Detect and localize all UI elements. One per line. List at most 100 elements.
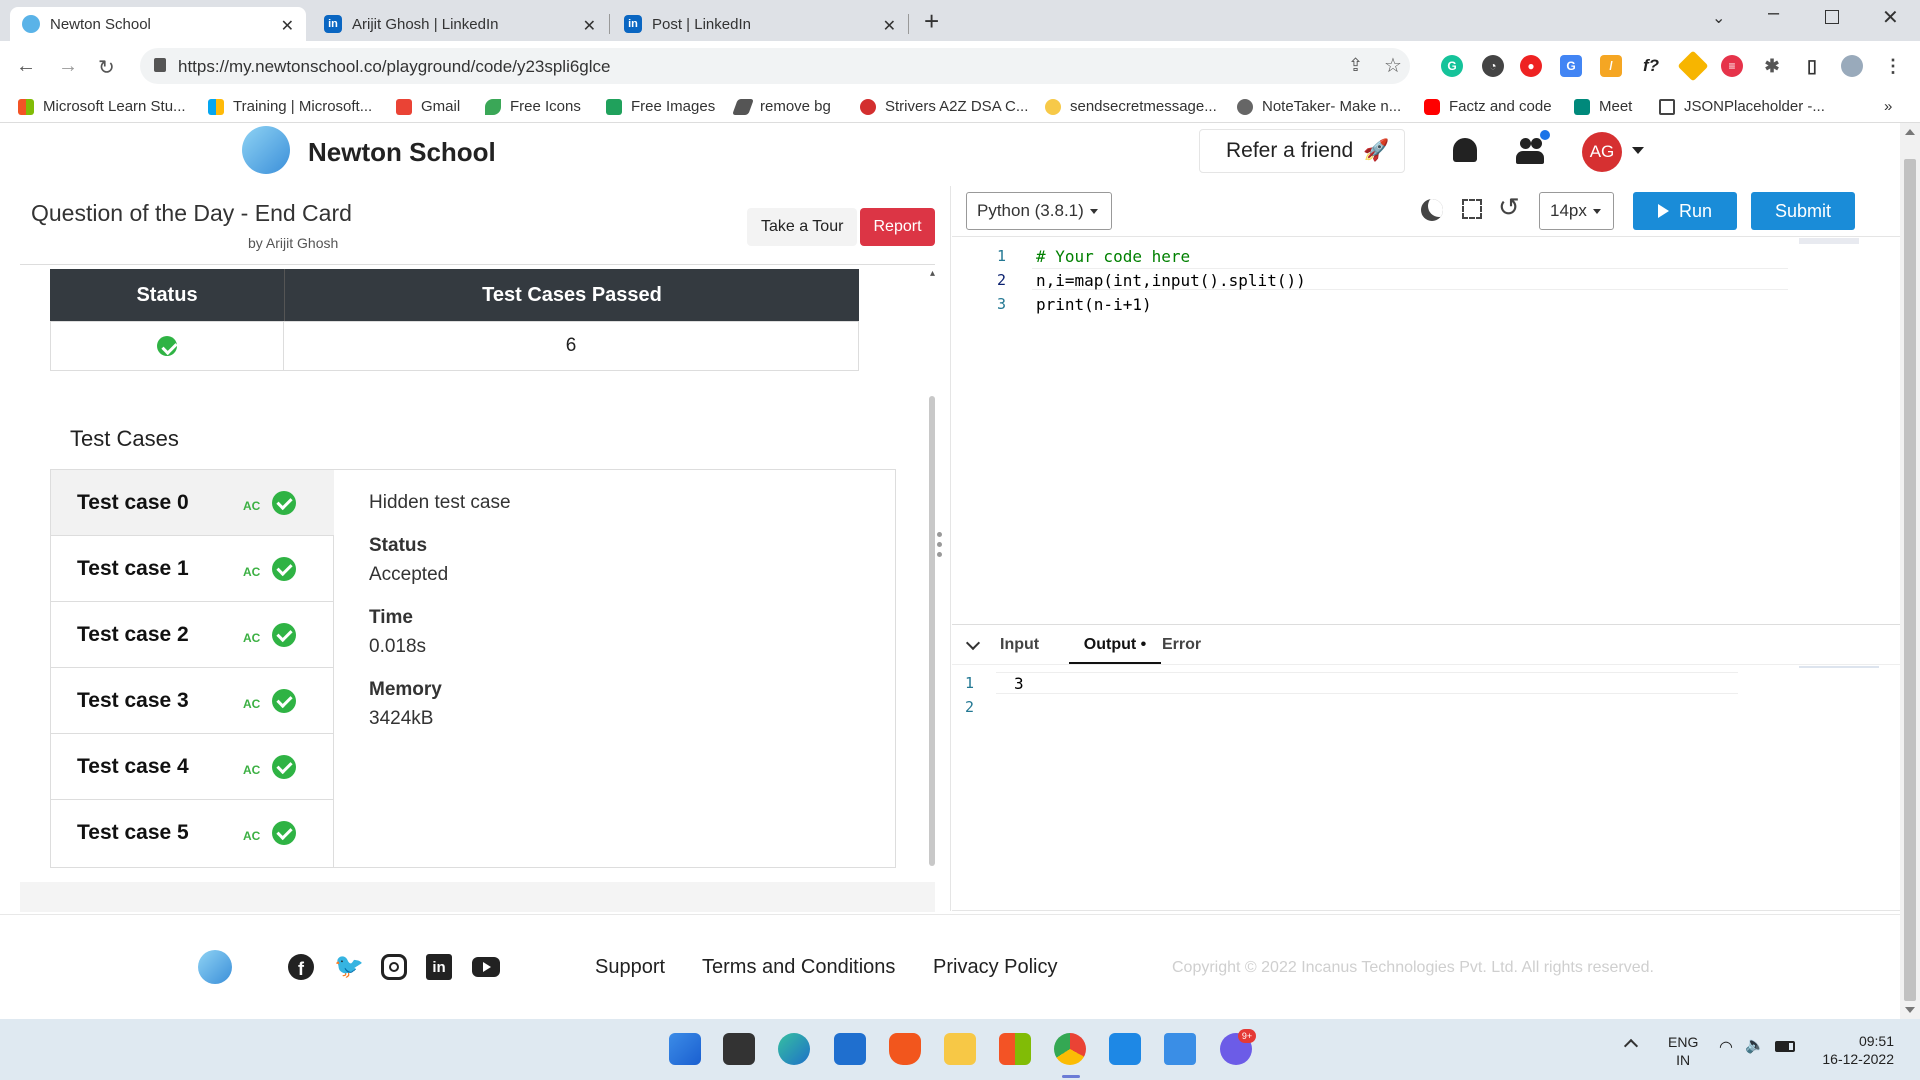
minimize-icon[interactable]: – (1768, 2, 1779, 25)
close-tab-icon[interactable]: ✕ (583, 16, 596, 36)
chevron-up-icon[interactable] (1623, 1038, 1639, 1054)
reset-icon[interactable]: ↺ (1498, 192, 1520, 223)
tab-linkedin-post[interactable]: in Post | LinkedIn ✕ (612, 7, 908, 41)
brand-name[interactable]: Newton School (308, 137, 496, 168)
adblock-icon[interactable]: ● (1520, 55, 1542, 77)
maximize-icon[interactable] (1825, 10, 1839, 24)
bell-icon[interactable] (1453, 138, 1477, 162)
test-case-item[interactable]: Test case 2 AC (51, 602, 334, 668)
bookmark-item[interactable]: remove bg (732, 98, 831, 115)
bookmark-item[interactable]: NoteTaker- Make n... (1237, 98, 1401, 115)
take-tour-button[interactable]: Take a Tour (747, 208, 858, 246)
community-icon[interactable] (1516, 130, 1550, 164)
fullscreen-icon[interactable] (1462, 199, 1482, 219)
translate-icon[interactable]: G (1560, 55, 1582, 77)
windows-start-icon[interactable] (669, 1033, 701, 1065)
bookmark-star-icon[interactable]: ☆ (1384, 53, 1402, 78)
collapse-io-icon[interactable] (965, 635, 981, 651)
address-bar[interactable]: https://my.newtonschool.co/playground/co… (140, 48, 1410, 84)
test-case-item[interactable]: Test case 4 AC (51, 734, 334, 800)
test-case-item[interactable]: Test case 3 AC (51, 668, 334, 734)
new-tab-button[interactable]: + (924, 6, 939, 37)
output-area[interactable]: 1 2 3 (952, 666, 1792, 866)
bookmark-item[interactable]: JSONPlaceholder -... (1659, 98, 1825, 115)
bookmark-item[interactable]: Free Images (606, 98, 715, 115)
bookmark-item[interactable]: Training | Microsoft... (208, 98, 372, 115)
forward-icon[interactable]: → (58, 55, 78, 78)
grammarly-icon[interactable]: G (1441, 55, 1463, 77)
tab-output[interactable]: Output • (1069, 636, 1161, 665)
stop-ext-icon[interactable]: ≡ (1721, 55, 1743, 77)
file-explorer-icon[interactable] (944, 1033, 976, 1065)
scroll-up-icon[interactable]: ▴ (930, 268, 935, 284)
youtube-icon[interactable] (472, 957, 500, 977)
bookmark-item[interactable]: Strivers A2Z DSA C... (860, 98, 1028, 115)
vscode-icon[interactable] (1109, 1033, 1141, 1065)
browser-menu-icon[interactable]: ⋮ (1882, 55, 1904, 77)
bookmark-item[interactable]: Gmail (396, 98, 460, 115)
linkedin-icon[interactable]: in (426, 954, 452, 980)
test-case-item[interactable]: Test case 5 AC (51, 800, 334, 866)
newton-logo-icon[interactable] (198, 950, 232, 984)
wifi-icon[interactable]: ◠ (1719, 1037, 1733, 1057)
test-case-item[interactable]: Test case 0 AC (51, 470, 334, 536)
chevron-down-icon[interactable] (1632, 147, 1644, 154)
close-window-icon[interactable]: ✕ (1882, 5, 1899, 30)
side-panel-icon[interactable]: ▯ (1801, 55, 1823, 77)
bookmark-item[interactable]: Meet (1574, 98, 1632, 115)
battery-icon[interactable] (1775, 1041, 1795, 1052)
minimap[interactable] (1799, 238, 1859, 244)
more-bookmarks-icon[interactable]: » (1884, 98, 1892, 115)
reload-icon[interactable]: ↻ (98, 55, 115, 80)
share-icon[interactable]: ⇪ (1348, 55, 1363, 76)
refer-friend-button[interactable]: Refer a friend 🚀 (1199, 129, 1405, 173)
tab-error[interactable]: Error (1162, 636, 1201, 654)
report-button[interactable]: Report (860, 208, 935, 246)
page-scrollbar[interactable] (1900, 123, 1920, 1019)
code-area[interactable]: 1 2 3 # Your code here n,i=map(int,input… (952, 238, 1792, 638)
edge-icon[interactable] (778, 1033, 810, 1065)
dark-mode-icon[interactable] (1421, 199, 1443, 221)
task-view-icon[interactable] (723, 1033, 755, 1065)
font-size-select[interactable]: 14px (1539, 192, 1614, 230)
todo-icon[interactable] (1164, 1033, 1196, 1065)
tab-search-icon[interactable]: ⌄ (1712, 8, 1725, 28)
extensions-icon[interactable]: ✱ (1761, 55, 1783, 77)
submit-button[interactable]: Submit (1751, 192, 1855, 230)
left-panel-scrollbar[interactable] (929, 396, 935, 866)
newton-logo-icon[interactable] (242, 126, 290, 174)
clock[interactable]: 09:51 16-12-2022 (1812, 1032, 1894, 1068)
mail-icon[interactable] (834, 1033, 866, 1065)
bookmark-item[interactable]: Factz and code (1424, 98, 1552, 115)
brave-icon[interactable] (889, 1033, 921, 1065)
language-select[interactable]: Python (3.8.1) (966, 192, 1112, 230)
bookmark-item[interactable]: sendsecretmessage... (1045, 98, 1217, 115)
tab-linkedin-profile[interactable]: in Arijit Ghosh | LinkedIn ✕ (312, 7, 608, 41)
avatar[interactable]: AG (1582, 132, 1622, 172)
tab-newton-school[interactable]: Newton School ✕ (10, 7, 306, 41)
footer-link-support[interactable]: Support (595, 956, 665, 979)
twitter-icon[interactable]: 🐦 (334, 952, 364, 981)
chrome-icon[interactable] (1054, 1033, 1086, 1065)
function-icon[interactable]: f? (1640, 55, 1662, 77)
panel-resize-handle[interactable] (936, 530, 944, 566)
tab-input[interactable]: Input (1000, 636, 1039, 654)
test-case-item[interactable]: Test case 1 AC (51, 536, 334, 602)
bookmark-item[interactable]: Free Icons (485, 98, 581, 115)
microsoft-store-icon[interactable] (999, 1033, 1031, 1065)
run-button[interactable]: Run (1633, 192, 1737, 230)
bookmark-item[interactable]: Microsoft Learn Stu... (18, 98, 186, 115)
language-indicator[interactable]: ENG IN (1668, 1033, 1698, 1069)
color-picker-icon[interactable]: / (1600, 55, 1622, 77)
instagram-icon[interactable] (381, 954, 407, 980)
footer-link-terms[interactable]: Terms and Conditions (702, 956, 895, 979)
close-tab-icon[interactable]: ✕ (883, 16, 896, 36)
volume-icon[interactable]: 🔈 (1745, 1035, 1765, 1055)
back-icon[interactable]: ← (16, 55, 36, 78)
profile-avatar-icon[interactable] (1841, 55, 1863, 77)
diamond-ext-icon[interactable] (1677, 50, 1709, 82)
footer-link-privacy[interactable]: Privacy Policy (933, 956, 1057, 979)
speed-icon[interactable]: ◔ (1482, 55, 1504, 77)
close-tab-icon[interactable]: ✕ (281, 16, 294, 36)
facebook-icon[interactable]: f (288, 954, 314, 980)
